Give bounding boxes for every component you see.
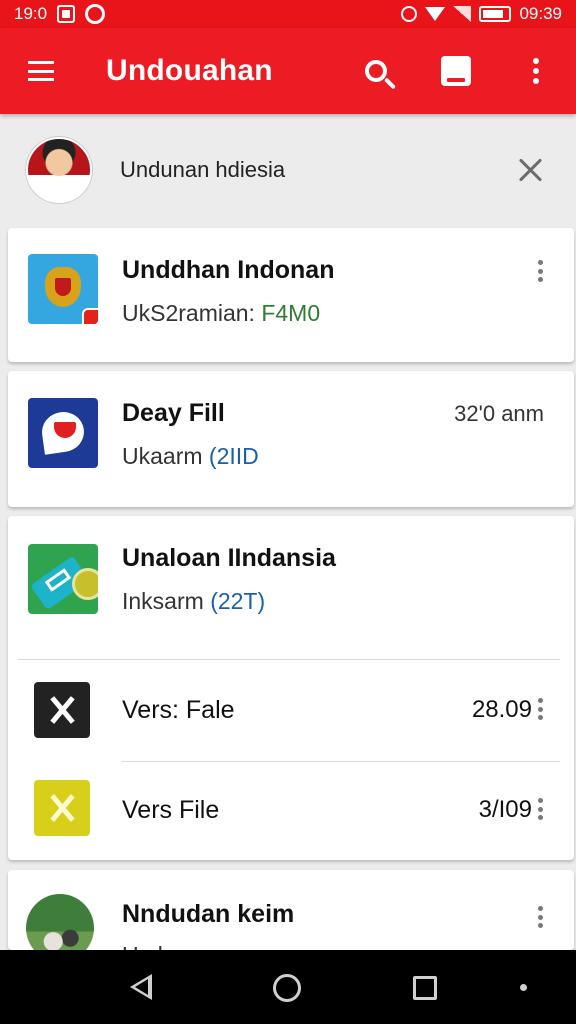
dot-icon[interactable] (520, 984, 527, 991)
item-value: 3/I09 (478, 796, 532, 823)
circle-app-icon (85, 4, 106, 24)
status-left: 19:0 (14, 4, 106, 24)
document-icon (28, 544, 98, 614)
battery-icon (479, 6, 512, 22)
list-item[interactable]: Unddhan Indonan UkS2ramian: F4M0 (8, 228, 574, 362)
list-card-group: Unaloan IIndansia Inksarm (22T) Vers: Fa… (8, 516, 574, 860)
app-bar: Undouahan (0, 28, 576, 114)
save-icon (441, 56, 471, 86)
item-title: Vers File (122, 796, 220, 824)
item-subtitle-value: (2IID (208, 443, 259, 469)
close-icon[interactable] (516, 155, 546, 185)
item-title: Deay Fill (122, 399, 225, 427)
status-clock: 09:39 (519, 4, 562, 23)
flag-icon (28, 398, 98, 468)
list-card: Nndudan keim Ur..l... (8, 870, 574, 950)
item-subtitle: UkS2ramian: F4M0 (122, 300, 320, 327)
item-title: Unddhan Indonan (122, 256, 335, 284)
list-item[interactable]: Vers: Fale 28.09 (8, 660, 574, 760)
item-subtitle-label: Inksarm (122, 588, 211, 614)
signal-icon (453, 6, 472, 22)
garuda-icon (28, 254, 98, 324)
item-title: Unaloan IIndansia (122, 544, 336, 572)
more-vert-icon[interactable] (538, 798, 544, 820)
file-yellow-icon (34, 780, 90, 836)
status-right: 09:39 (401, 4, 562, 24)
save-button[interactable] (416, 41, 496, 101)
item-title: Vers: Fale (122, 696, 235, 724)
search-icon (365, 60, 387, 82)
status-bar: 19:0 09:39 (0, 0, 576, 28)
item-subtitle: Inksarm (22T) (122, 588, 265, 615)
item-time: 32'0 anm (454, 401, 544, 426)
back-icon[interactable] (130, 974, 152, 1000)
file-dark-icon (34, 682, 90, 738)
more-vert-icon[interactable] (538, 260, 544, 282)
more-vert-icon[interactable] (538, 698, 544, 720)
item-subtitle-value: F4M0 (261, 300, 321, 326)
list-item[interactable]: Deay Fill Ukaarm (2IID 32'0 anm (8, 371, 574, 507)
list-card: Deay Fill Ukaarm (2IID 32'0 anm (8, 371, 574, 507)
profile-row[interactable]: Undunan hdiesia (0, 114, 576, 226)
item-subtitle-value: (22T) (210, 588, 266, 614)
status-time: 19:0 (14, 4, 48, 23)
item-value: 28.09 (471, 696, 532, 723)
app-title: Undouahan (106, 54, 273, 87)
photo-avatar-icon (26, 894, 94, 950)
app-bar-actions (336, 41, 576, 101)
alarm-icon (401, 6, 418, 22)
recents-icon[interactable] (413, 976, 437, 1000)
profile-name: Undunan hdiesia (120, 157, 286, 182)
wifi-icon (425, 7, 446, 21)
item-subtitle-label: UkS2ramian: (122, 300, 262, 326)
more-vert-icon (533, 58, 539, 84)
avatar (26, 137, 92, 203)
item-subtitle: Ur..l... (122, 942, 182, 950)
more-vert-icon[interactable] (538, 906, 544, 928)
item-title: Nndudan keim (122, 900, 295, 928)
list-item[interactable]: Vers File 3/I09 (8, 762, 574, 860)
home-icon[interactable] (273, 974, 301, 1002)
notification-box-icon (57, 5, 76, 23)
navigation-bar (0, 950, 576, 1024)
more-options-button[interactable] (496, 41, 576, 101)
search-button[interactable] (336, 41, 416, 101)
list-card: Unddhan Indonan UkS2ramian: F4M0 (8, 228, 574, 362)
menu-icon[interactable] (28, 61, 54, 81)
item-subtitle: Ukaarm (2IID (122, 443, 259, 470)
list-item[interactable]: Unaloan IIndansia Inksarm (22T) (8, 516, 574, 658)
item-subtitle-label: Ukaarm (122, 443, 209, 469)
list-item[interactable]: Nndudan keim Ur..l... (8, 870, 574, 950)
